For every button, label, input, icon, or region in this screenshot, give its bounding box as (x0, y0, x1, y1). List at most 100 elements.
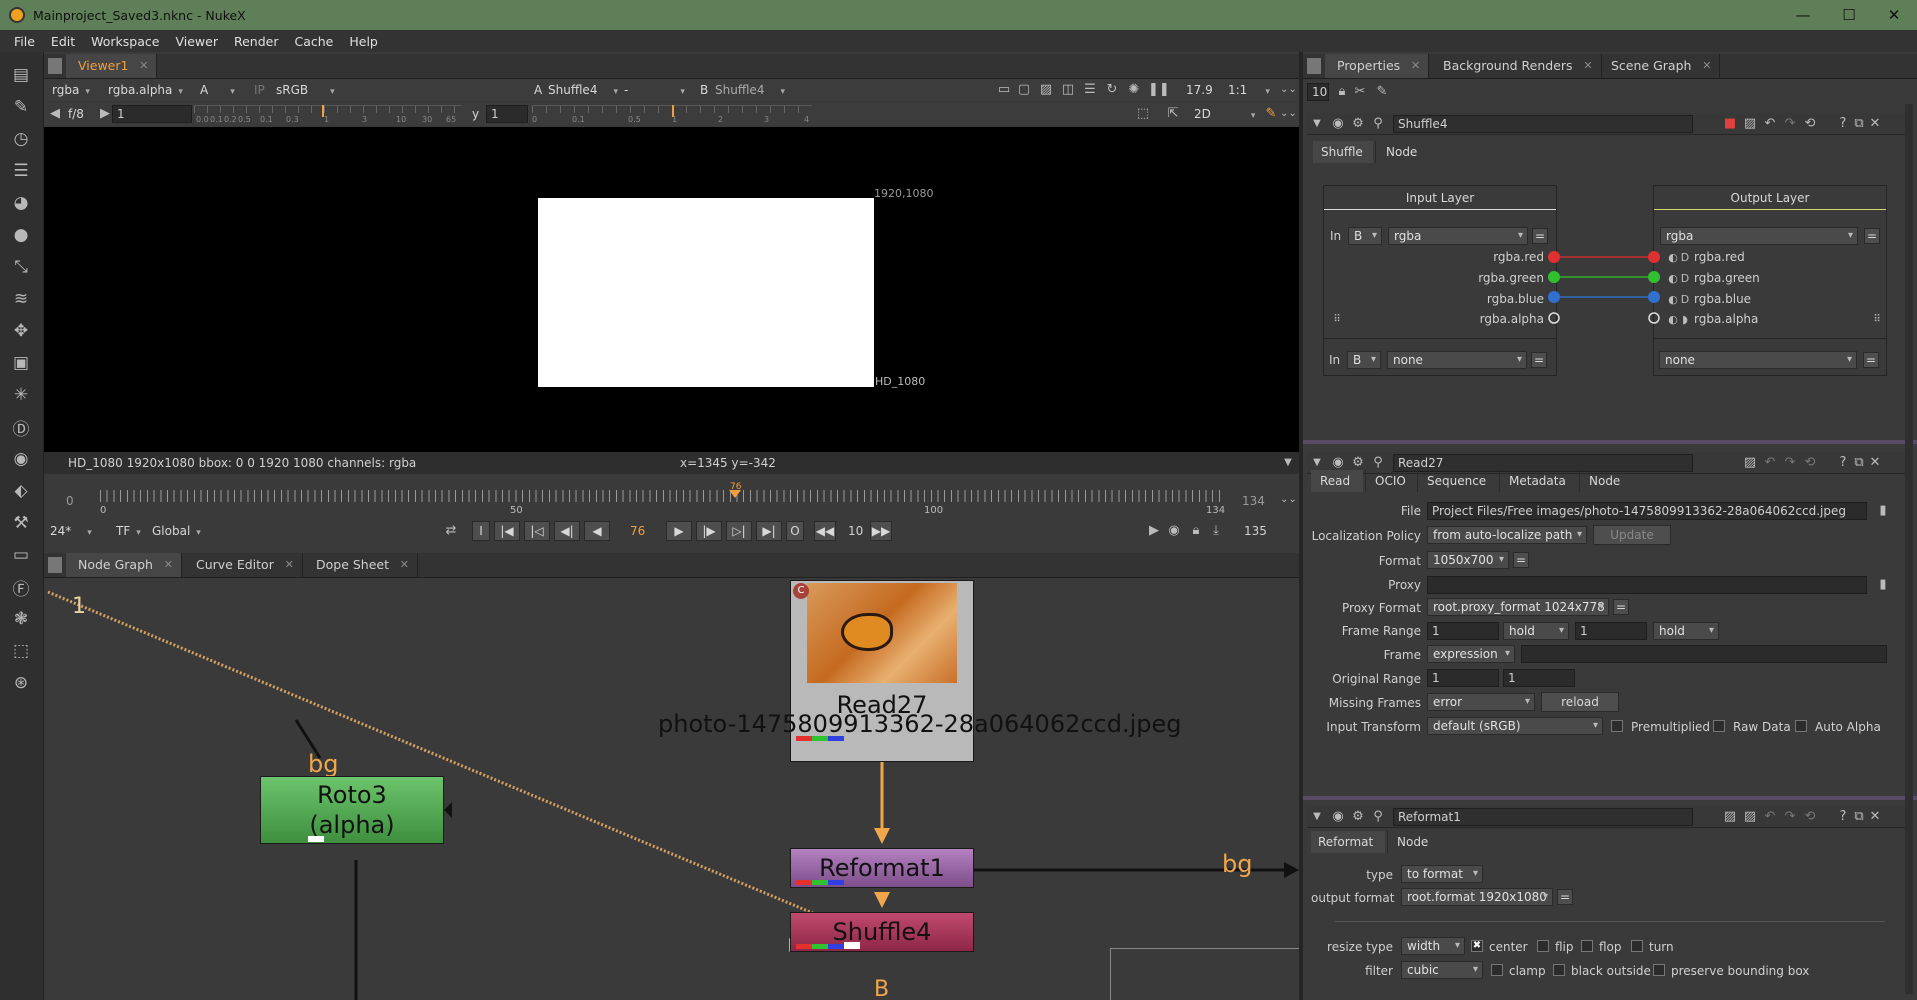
out-point-button[interactable]: O (786, 521, 804, 541)
close-tab-icon[interactable]: ✕ (164, 553, 173, 577)
out-red-socket-icon[interactable] (1648, 251, 1660, 263)
file-field[interactable]: Project Files/Free images/photo-14758099… (1427, 502, 1867, 520)
paint-brush-icon[interactable]: ✎ (1264, 106, 1278, 122)
keyer-nodes-icon[interactable]: ⤡ (8, 254, 34, 280)
playback-mode-icon[interactable]: ⇄ (442, 523, 460, 539)
tab-read[interactable]: Read (1311, 470, 1363, 492)
play-forward-button[interactable]: ▶ (666, 521, 692, 541)
step-field[interactable]: 10 (848, 524, 863, 538)
tab-viewer1[interactable]: Viewer1 ✕ (66, 54, 158, 78)
viewer-toggle-icon[interactable]: ◉ (1331, 455, 1345, 471)
last-frame-button[interactable]: ▶| (756, 521, 782, 541)
tab-sequence[interactable]: Sequence (1417, 470, 1497, 492)
furnace-nodes-icon[interactable]: Ⓕ (8, 574, 34, 600)
gpu-icon[interactable]: ✺ (1126, 82, 1142, 98)
3d-nodes-icon[interactable]: ▣ (8, 350, 34, 376)
tab-reformat-node[interactable]: Node (1387, 831, 1441, 853)
bypass-icon[interactable]: ▨ (1743, 116, 1757, 132)
tab-metadata[interactable]: Metadata (1499, 470, 1577, 492)
out-blue-socket-icon[interactable] (1648, 291, 1660, 303)
close-tab-icon[interactable]: ✕ (1583, 54, 1592, 78)
step-forward-button[interactable]: ▶▶ (870, 521, 892, 541)
frame-range-before[interactable]: hold (1503, 622, 1569, 640)
in-point-button[interactable]: I (472, 521, 490, 541)
input-transform-dropdown[interactable]: default (sRGB) (1427, 717, 1603, 735)
frame-range-start[interactable]: 1 (1427, 622, 1499, 640)
proxy-field[interactable] (1427, 576, 1867, 594)
reformat1-name-field[interactable]: Reformat1 (1393, 808, 1693, 826)
timeline-ruler[interactable] (100, 490, 1220, 502)
image-nodes-icon[interactable]: ▤ (8, 62, 34, 88)
file-browser-icon[interactable]: ▮ (1875, 577, 1891, 593)
frame-expression-field[interactable] (1521, 645, 1887, 663)
float-icon[interactable]: ⧉ (1853, 116, 1865, 132)
stack-icon[interactable]: ☰ (1082, 82, 1098, 98)
particles-nodes-icon[interactable]: ✳ (8, 382, 34, 408)
undo-icon[interactable]: ↶ (1763, 116, 1777, 132)
in-alpha-socket[interactable] (1548, 312, 1568, 328)
original-range-start[interactable]: 1 (1427, 669, 1499, 687)
help-icon[interactable]: ? (1837, 809, 1849, 825)
node-tools-icon[interactable]: ⚙ (1351, 116, 1365, 132)
b-input-dropdown[interactable]: Shuffle4 ▾ (715, 81, 785, 99)
in-red-socket-icon[interactable] (1548, 251, 1560, 263)
node-tools-icon[interactable]: ⚙ (1351, 455, 1365, 471)
tab-curve-editor[interactable]: Curve Editor ✕ (184, 553, 303, 577)
expand-icon[interactable]: ⌄⌄ (1280, 492, 1297, 508)
info-menu-icon[interactable]: ▼ (1282, 455, 1294, 471)
collapse-icon[interactable]: ▼ (1311, 116, 1323, 132)
close-icon[interactable]: ✕ (1869, 809, 1881, 825)
ocula-nodes-icon[interactable]: ❃ (8, 606, 34, 632)
out-green-socket-icon[interactable] (1648, 271, 1660, 283)
undo-icon[interactable]: ↶ (1763, 809, 1777, 825)
region-icon[interactable]: ▢ (1016, 82, 1032, 98)
redo-icon[interactable]: ↷ (1783, 455, 1797, 471)
lock-icon[interactable]: 🔒︎ (1335, 84, 1349, 100)
flipbook-icon[interactable]: ▶ (1146, 523, 1162, 539)
center-checkbox[interactable]: ✖ (1471, 940, 1483, 952)
gizmos-nodes-icon[interactable]: ⊛ (8, 670, 34, 696)
tab-ocio[interactable]: OCIO (1365, 470, 1415, 492)
transform-nodes-icon[interactable]: ✥ (8, 318, 34, 344)
drag-handle-icon[interactable]: ⠿ (1332, 312, 1342, 328)
float-icon[interactable]: ⧉ (1853, 809, 1865, 825)
channel-d-icon[interactable]: D (1680, 292, 1690, 308)
original-range-end[interactable]: 1 (1503, 669, 1575, 687)
float-icon[interactable]: ⧉ (1853, 455, 1865, 471)
output-format-eq-button[interactable]: = (1557, 889, 1573, 905)
revert-icon[interactable]: ⟲ (1803, 809, 1817, 825)
premultiplied-checkbox[interactable] (1611, 720, 1623, 732)
ratio-dropdown[interactable]: 1:1 ▾ (1228, 81, 1270, 99)
undo-icon[interactable]: ↶ (1763, 455, 1777, 471)
missing-frames-dropdown[interactable]: error (1427, 693, 1535, 711)
composite-dropdown[interactable]: - ▾ (624, 81, 685, 99)
close-tab-icon[interactable]: ✕ (285, 553, 294, 577)
preserve-bbox-checkbox[interactable] (1653, 964, 1665, 976)
format-eq-button[interactable]: = (1513, 552, 1529, 568)
fps-dropdown[interactable]: 24* ▾ (50, 522, 92, 540)
properties-scrollbar[interactable] (1905, 104, 1913, 994)
in-blue-socket-icon[interactable] (1548, 291, 1560, 303)
menu-workspace[interactable]: Workspace (83, 34, 167, 49)
pane-menu-icon[interactable] (48, 58, 62, 74)
in2-eq-button[interactable]: = (1531, 352, 1547, 368)
drag-handle-icon[interactable]: ⠿ (1872, 312, 1882, 328)
roi-icon[interactable]: ▭ (996, 82, 1012, 98)
views-nodes-icon[interactable]: ◉ (8, 446, 34, 472)
node-tools-icon[interactable]: ⚙ (1351, 809, 1365, 825)
filter-dropdown[interactable]: cubic (1401, 961, 1483, 979)
out-alpha-socket-icon[interactable] (1648, 312, 1660, 324)
frame-range-after[interactable]: hold (1653, 622, 1719, 640)
update-button[interactable]: Update (1593, 525, 1671, 545)
prev-fstop-icon[interactable]: ◀ (50, 106, 60, 122)
in-green-socket-icon[interactable] (1548, 271, 1560, 283)
float-panel-icon[interactable]: ✎ (1375, 84, 1389, 100)
current-frame-field[interactable]: 76 (630, 524, 645, 538)
alpha-channel-dropdown[interactable]: rgba.alpha ▾ (108, 81, 183, 99)
color-picker-icon[interactable]: ■ (1723, 116, 1737, 132)
in2-layer-dropdown[interactable]: none (1387, 351, 1527, 369)
gain-slider[interactable]: 0.0 0.1 0.2 0.5 0.1 0.3 1 3 10 30 65 (194, 105, 462, 124)
overlay-icon[interactable]: ◫ (1060, 82, 1076, 98)
out2-eq-button[interactable]: = (1863, 352, 1879, 368)
colorspace-dropdown[interactable]: sRGB ▾ (276, 81, 335, 99)
